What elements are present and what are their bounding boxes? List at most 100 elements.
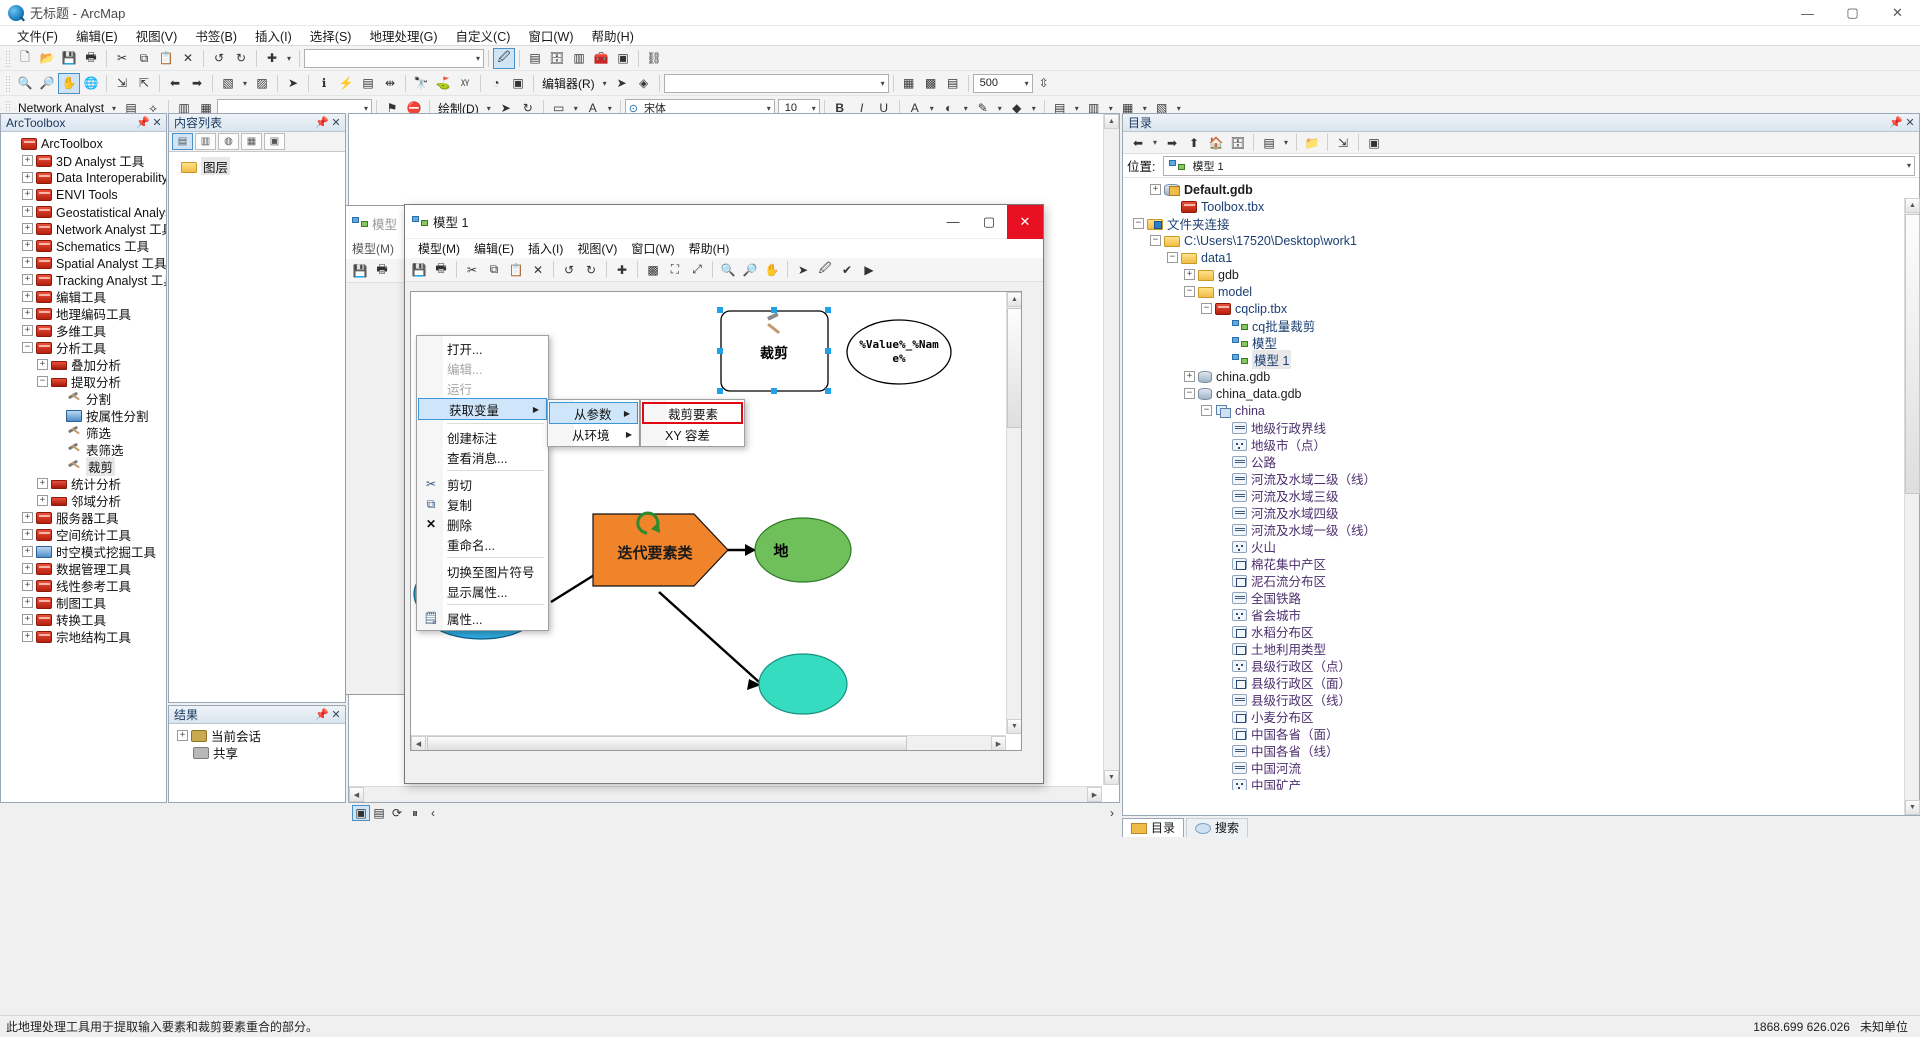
toc-view-tabs[interactable]: ▤ ▥ ◍ ▦ ▣ xyxy=(169,132,345,152)
expand-icon[interactable]: + xyxy=(22,563,33,574)
model-select-icon[interactable]: ➤ xyxy=(792,259,814,280)
tree-item[interactable]: + 数据管理工具 xyxy=(3,560,166,577)
model-window-menubar[interactable]: 模型(M) 编辑(E) 插入(I) 视图(V) 窗口(W) 帮助(H) xyxy=(405,239,1043,258)
tree-item[interactable]: + 地理编码工具 xyxy=(3,305,166,322)
catalog-forward-icon[interactable]: ➡ xyxy=(1161,132,1183,153)
model-bg-save-icon[interactable]: 💾 xyxy=(349,260,371,281)
expand-icon[interactable]: + xyxy=(22,308,33,319)
ctx-cut[interactable]: ✂ 剪切 xyxy=(417,474,548,494)
tree-item[interactable]: + 空间统计工具 xyxy=(3,526,166,543)
ctx-create-label[interactable]: 创建标注 xyxy=(417,427,548,447)
time-slider-icon[interactable]: ◔ xyxy=(485,73,507,94)
tree-item[interactable]: − china xyxy=(1125,402,1919,419)
expand-icon[interactable]: + xyxy=(22,240,33,251)
tree-item[interactable]: 棉花集中产区 xyxy=(1125,555,1919,572)
catalog-home-icon[interactable]: 🏠 xyxy=(1205,132,1227,153)
catalog-back-caret-icon[interactable]: ▾ xyxy=(1149,132,1161,153)
menu-view[interactable]: 视图(V) xyxy=(127,24,187,47)
pause-drawing-icon[interactable]: ⏸ xyxy=(406,805,424,821)
catalog-connect-folder-icon[interactable]: 📁 xyxy=(1301,132,1323,153)
tree-item[interactable]: − 分析工具 xyxy=(3,339,166,356)
arctoolbox-tree[interactable]: ArcToolbox +3D Analyst 工具 + Data Interopera… xyxy=(1,132,166,645)
model-builder-icon[interactable]: ⛓ xyxy=(643,48,665,69)
collapse-icon[interactable]: − xyxy=(37,376,48,387)
expand-icon[interactable]: + xyxy=(22,512,33,523)
expand-icon[interactable]: + xyxy=(1150,184,1161,195)
expand-icon[interactable]: + xyxy=(37,495,48,506)
find-route-icon[interactable]: ⛳ xyxy=(432,73,454,94)
refresh-view-icon[interactable]: ⟳ xyxy=(388,805,406,821)
zoom-out-icon[interactable]: 🔎 xyxy=(36,73,58,94)
scale-numeric-box[interactable]: 500 ▾ xyxy=(972,73,1033,93)
model-delete-icon[interactable]: ✕ xyxy=(527,259,549,280)
model-menu-edit[interactable]: 编辑(E) xyxy=(467,239,521,258)
tree-item[interactable]: − china_data.gdb xyxy=(1125,385,1919,402)
catalog-scroll-up-icon[interactable]: ▲ xyxy=(1905,198,1920,213)
close-panel-icon[interactable]: ✕ xyxy=(150,116,164,129)
tree-item[interactable]: 河流及水域二级（线） xyxy=(1125,470,1919,487)
expand-icon[interactable]: + xyxy=(177,730,188,741)
tree-item[interactable]: 省会城市 xyxy=(1125,606,1919,623)
next-extent-icon[interactable]: › xyxy=(1103,805,1121,821)
catalog-close-icon[interactable]: ✕ xyxy=(1903,116,1917,129)
add-data-icon[interactable]: ✚ xyxy=(261,48,283,69)
tree-item[interactable]: + 多维工具 xyxy=(3,322,166,339)
tree-item[interactable]: − model xyxy=(1125,283,1919,300)
tools-toolbar[interactable]: 🔍 🔎 ✋ 🌐 ⇲ ⇱ ⬅ ➡ ▧ ▾ ▨ ➤ ℹ ⚡ ▤ ⇹ 🔭 ⛳ ᵡᵞ ◔… xyxy=(0,71,1920,96)
tree-item[interactable]: 县级行政区（点） xyxy=(1125,657,1919,674)
tree-item[interactable]: 水稻分布区 xyxy=(1125,623,1919,640)
results-item-current-session[interactable]: + 当前会话 xyxy=(171,727,345,744)
tree-item[interactable]: 全国铁路 xyxy=(1125,589,1919,606)
menu-bookmarks[interactable]: 书签(B) xyxy=(186,24,246,47)
identify-icon[interactable]: ℹ xyxy=(313,73,335,94)
expand-icon[interactable]: + xyxy=(22,223,33,234)
ctx-delete[interactable]: ✕ 删除 xyxy=(417,514,548,534)
catalog-default-gdb-icon[interactable]: 🗄 xyxy=(1227,132,1249,153)
catalog-pin-icon[interactable]: 📌 xyxy=(1889,116,1903,129)
tree-item[interactable]: + Schematics 工具 xyxy=(3,237,166,254)
tools-toolbar-grip[interactable] xyxy=(5,74,11,92)
tree-item[interactable]: 县级行政区（线） xyxy=(1125,691,1919,708)
tree-item[interactable]: 河流及水域三级 xyxy=(1125,487,1919,504)
tree-item[interactable]: 表筛选 xyxy=(3,441,166,458)
model-add-data-icon[interactable]: ✚ xyxy=(611,259,633,280)
toc-tab-selection[interactable]: ▦ xyxy=(241,133,262,150)
expand-icon[interactable]: + xyxy=(22,274,33,285)
tree-item[interactable]: 中国河流 xyxy=(1125,759,1919,776)
tree-item[interactable]: +Geostatistical Analyst 工 xyxy=(3,203,166,220)
new-document-icon[interactable]: 🗋 xyxy=(14,48,36,69)
tree-item[interactable]: 模型 1 xyxy=(1125,350,1919,369)
toc-tab-drawing-order[interactable]: ▤ xyxy=(172,133,193,150)
map-vertical-scrollbar[interactable]: ▲ ▼ xyxy=(1103,114,1119,785)
edit-tool-icon[interactable]: ➤ xyxy=(611,73,633,94)
model-pan-icon[interactable]: ✋ xyxy=(761,259,783,280)
tree-item[interactable]: 模型 xyxy=(1125,334,1919,351)
tree-item[interactable]: − C:\Users\17520\Desktop\work1 xyxy=(1125,232,1919,249)
toc-pin-icon[interactable]: 📌 xyxy=(315,116,329,129)
results-close-icon[interactable]: ✕ xyxy=(329,708,343,721)
get-variable-submenu[interactable]: 从参数 ▶ 从环境 ▶ xyxy=(547,399,640,447)
ctx-switch-to-picture-symbol[interactable]: 切换至图片符号 xyxy=(417,561,548,581)
menu-help[interactable]: 帮助(H) xyxy=(583,24,643,47)
model-menu-insert[interactable]: 插入(I) xyxy=(521,239,570,258)
catalog-bottom-tabs[interactable]: 目录 搜索 xyxy=(1122,817,1322,837)
submenu-clip-features[interactable]: 裁剪要素 xyxy=(642,402,743,424)
table-of-contents-icon[interactable]: ▤ xyxy=(524,48,546,69)
submenu-from-environment[interactable]: 从环境 ▶ xyxy=(548,424,639,444)
open-document-icon[interactable]: 📂 xyxy=(36,48,58,69)
arctoolbox-window-icon[interactable]: 🧰 xyxy=(590,48,612,69)
go-to-xy-icon[interactable]: ᵡᵞ xyxy=(454,73,476,94)
edit-vertices-icon[interactable]: ◈ xyxy=(633,73,655,94)
catalog-scroll-down-icon[interactable]: ▼ xyxy=(1905,800,1920,815)
catalog-back-icon[interactable]: ⬅ xyxy=(1127,132,1149,153)
arctoolbox-root-node[interactable]: ArcToolbox xyxy=(3,135,166,152)
expand-icon[interactable]: + xyxy=(22,597,33,608)
tree-item[interactable]: 中国矿产 xyxy=(1125,776,1919,790)
pan-icon[interactable]: ✋ xyxy=(58,72,80,94)
tree-item[interactable]: + Default.gdb xyxy=(1125,181,1919,198)
go-back-extent-icon[interactable]: ⬅ xyxy=(164,73,186,94)
measure-icon[interactable]: ⇹ xyxy=(379,73,401,94)
expand-icon[interactable]: + xyxy=(22,529,33,540)
scale-stepper-icon[interactable]: ⇳ xyxy=(1033,73,1055,94)
fixed-zoom-in-icon[interactable]: ⇲ xyxy=(111,73,133,94)
